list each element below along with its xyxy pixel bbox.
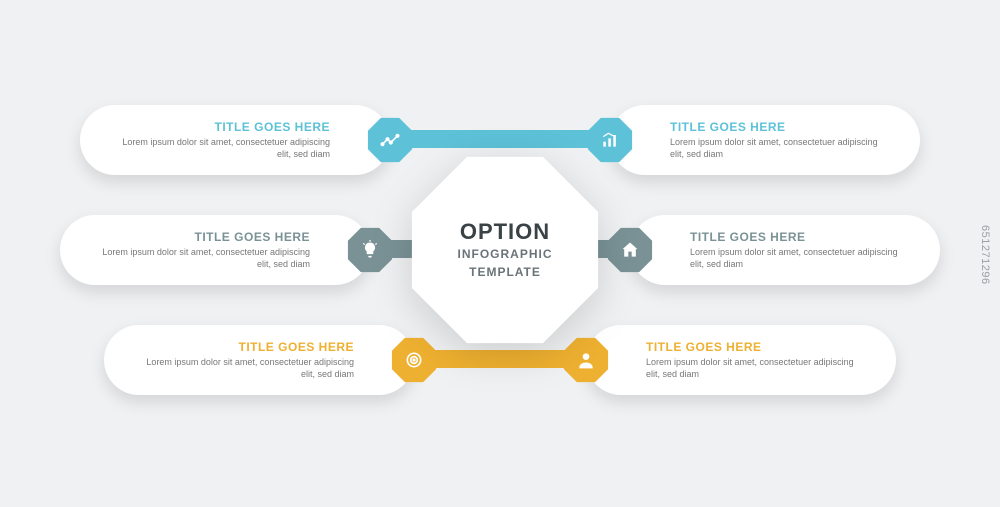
watermark: 651271296	[970, 120, 1000, 390]
center-subtitle-2: TEMPLATE	[469, 265, 541, 281]
option-title: TITLE GOES HERE	[120, 120, 330, 134]
option-left-2: TITLE GOES HERE Lorem ipsum dolor sit am…	[60, 215, 370, 285]
option-desc: Lorem ipsum dolor sit amet, consectetuer…	[646, 357, 856, 380]
watermark-text: 651271296	[979, 225, 991, 285]
option-title: TITLE GOES HERE	[144, 340, 354, 354]
option-desc: Lorem ipsum dolor sit amet, consectetuer…	[670, 137, 880, 160]
option-right-2: TITLE GOES HERE Lorem ipsum dolor sit am…	[630, 215, 940, 285]
center-octagon: OPTION INFOGRAPHIC TEMPLATE	[410, 155, 600, 345]
option-left-3: TITLE GOES HERE Lorem ipsum dolor sit am…	[104, 325, 414, 395]
infographic-diagram: TITLE GOES HERE Lorem ipsum dolor sit am…	[60, 100, 940, 410]
option-title: TITLE GOES HERE	[670, 120, 880, 134]
option-right-3: TITLE GOES HERE Lorem ipsum dolor sit am…	[586, 325, 896, 395]
center-title: OPTION	[460, 219, 550, 245]
option-title: TITLE GOES HERE	[100, 230, 310, 244]
option-desc: Lorem ipsum dolor sit amet, consectetuer…	[100, 247, 310, 270]
option-title: TITLE GOES HERE	[690, 230, 900, 244]
lightbulb-icon	[347, 227, 393, 273]
home-icon	[607, 227, 653, 273]
option-left-1: TITLE GOES HERE Lorem ipsum dolor sit am…	[80, 105, 390, 175]
analytics-icon	[367, 117, 413, 163]
option-desc: Lorem ipsum dolor sit amet, consectetuer…	[690, 247, 900, 270]
option-title: TITLE GOES HERE	[646, 340, 856, 354]
option-desc: Lorem ipsum dolor sit amet, consectetuer…	[120, 137, 330, 160]
option-right-1: TITLE GOES HERE Lorem ipsum dolor sit am…	[610, 105, 920, 175]
option-desc: Lorem ipsum dolor sit amet, consectetuer…	[144, 357, 354, 380]
center-subtitle-1: INFOGRAPHIC	[458, 247, 553, 263]
